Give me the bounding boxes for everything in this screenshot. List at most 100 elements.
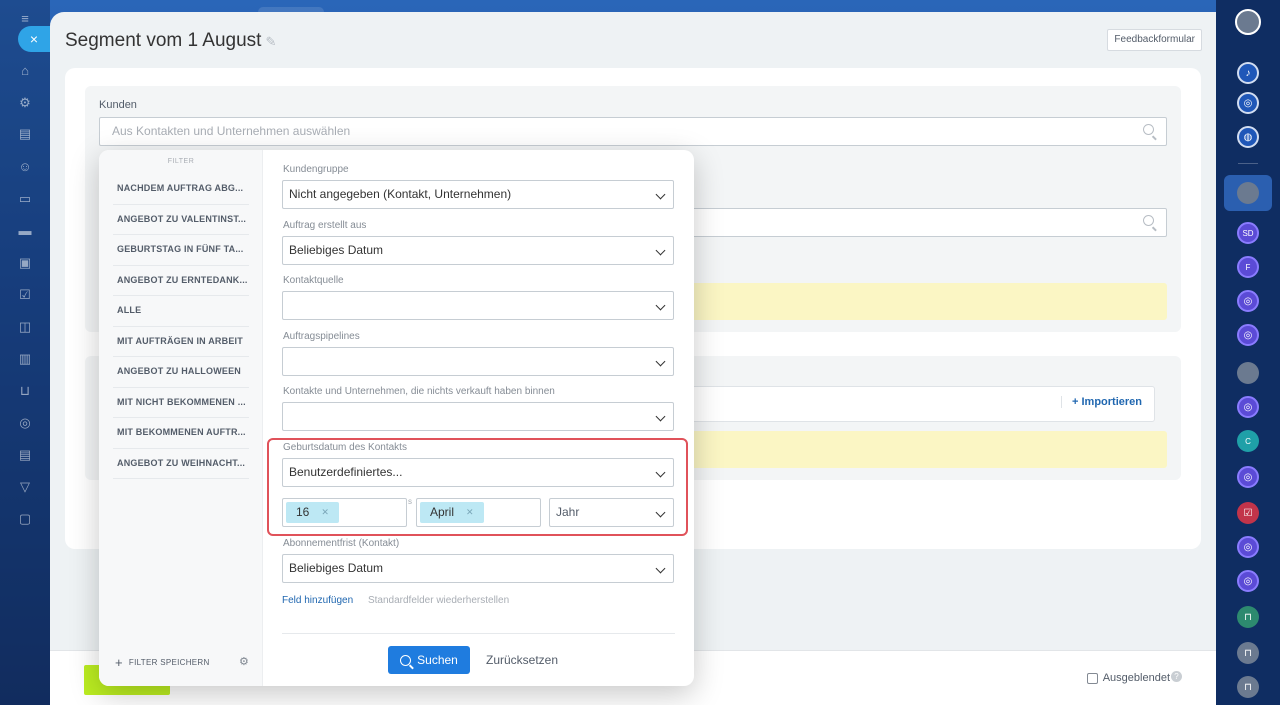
chevron-down-icon <box>655 300 666 311</box>
cart-icon[interactable]: ⊔ <box>15 382 35 400</box>
right-sidebar: ♪ ◎ ◍ SD F ◎ ◎ ◎ C ◎ ☑ ◎ ◎ ⊓ ⊓ ⊓ <box>1216 0 1280 705</box>
group-select[interactable]: Nicht angegeben (Kontakt, Unternehmen) <box>282 180 674 209</box>
birthday-label: Geburtsdatum des Kontakts <box>283 442 407 453</box>
user-avatar[interactable] <box>1235 9 1261 35</box>
target-icon[interactable]: ◎ <box>1237 92 1259 114</box>
month-tag: April ✕ <box>420 502 484 523</box>
restore-fields-link[interactable]: Standardfelder wiederherstellen <box>368 595 509 606</box>
close-slider-button[interactable]: × <box>18 26 50 52</box>
bell-icon[interactable]: ♪ <box>1237 62 1259 84</box>
screen-icon[interactable]: ▣ <box>15 254 35 272</box>
document-icon[interactable]: ▤ <box>15 125 35 143</box>
save-filter-button[interactable]: + FILTER SPEICHERN <box>115 655 210 670</box>
filter-item[interactable]: MIT NICHT BEKOMMENEN ... <box>113 388 249 418</box>
group-label: Kundengruppe <box>283 164 349 175</box>
chevron-down-icon <box>655 245 666 256</box>
filter-item[interactable]: GEBURTSTAG IN FÜNF TA... <box>113 235 249 266</box>
month-input[interactable]: April ✕ <box>416 498 541 527</box>
secondary-search-input[interactable] <box>685 208 1167 237</box>
save-filter-label: FILTER SPEICHERN <box>128 658 210 667</box>
page-icon[interactable]: ▭ <box>15 190 35 208</box>
chat-avatar-sd[interactable]: SD <box>1237 222 1259 244</box>
divider <box>282 633 675 634</box>
filter-item[interactable]: ANGEBOT ZU WEIHNACHT... <box>113 449 249 479</box>
lock-icon[interactable]: ⊓ <box>1237 642 1259 664</box>
filter-item[interactable]: ANGEBOT ZU VALENTINST... <box>113 205 249 235</box>
order-select[interactable]: Beliebiges Datum <box>282 236 674 265</box>
day-tag-label: 16 <box>296 505 310 519</box>
reset-button[interactable]: Zurücksetzen <box>486 653 558 667</box>
gear-icon[interactable]: ⚙ <box>15 94 35 112</box>
add-field-link[interactable]: Feld hinzufügen <box>282 595 353 606</box>
customers-search-input[interactable]: Aus Kontakten und Unternehmen auswählen <box>99 117 1167 146</box>
box-icon[interactable]: ▢ <box>15 510 35 528</box>
divider <box>1238 163 1258 164</box>
lock-icon[interactable]: ⊓ <box>1237 676 1259 698</box>
search-chat-icon[interactable]: ◍ <box>1237 126 1259 148</box>
day-input[interactable]: 16 ✕ <box>282 498 407 527</box>
source-label: Kontaktquelle <box>283 275 344 286</box>
inbox-icon[interactable]: ▤ <box>15 446 35 464</box>
filter-item[interactable]: MIT BEKOMMENEN AUFTR... <box>113 418 249 449</box>
chat-target-icon[interactable]: ◎ <box>1237 570 1259 592</box>
left-sidebar: ≡ ⌂ ⚙ ▤ ☺ ▭ ▬ ▣ ☑ ◫ ▥ ⊔ ◎ ▤ ▽ ▢ <box>0 0 50 705</box>
filter-item[interactable]: ANGEBOT ZU HALLOWEEN <box>113 357 249 388</box>
chart-icon[interactable]: ▥ <box>15 350 35 368</box>
field-links: Feld hinzufügen Standardfelder wiederher… <box>282 595 509 606</box>
chat-icon[interactable]: ◫ <box>15 318 35 336</box>
birthday-value: Benutzerdefiniertes... <box>289 465 403 479</box>
remove-month-icon[interactable]: ✕ <box>466 502 474 523</box>
group-value: Nicht angegeben (Kontakt, Unternehmen) <box>289 187 512 201</box>
search-icon <box>1143 124 1154 135</box>
gear-icon[interactable]: ⚙ <box>239 655 249 668</box>
subscription-value: Beliebiges Datum <box>289 561 384 575</box>
day-tag: 16 ✕ <box>286 502 339 523</box>
feedback-button[interactable]: Feedbackformular <box>1107 29 1202 51</box>
search-button[interactable]: Suchen <box>388 646 470 674</box>
filter-item[interactable]: ALLE <box>113 296 249 327</box>
contacts-icon[interactable]: ☺ <box>15 158 35 176</box>
subscription-label: Abonnementfrist (Kontakt) <box>283 538 400 549</box>
lock-icon[interactable]: ⊓ <box>1237 606 1259 628</box>
filter-popup: FILTER NACHDEM AUFTRAG ABG... ANGEBOT ZU… <box>99 150 694 686</box>
check-icon[interactable]: ☑ <box>15 286 35 304</box>
year-select[interactable]: Jahr <box>549 498 674 527</box>
filter-item[interactable]: NACHDEM AUFTRAG ABG... <box>113 174 249 205</box>
pencil-icon[interactable]: ✎ <box>265 34 276 49</box>
chat-target-icon[interactable]: ◎ <box>1237 324 1259 346</box>
chevron-down-icon <box>655 467 666 478</box>
subscription-select[interactable]: Beliebiges Datum <box>282 554 674 583</box>
birthday-select[interactable]: Benutzerdefiniertes... <box>282 458 674 487</box>
chat-target-icon[interactable]: ◎ <box>1237 466 1259 488</box>
chevron-down-icon <box>655 563 666 574</box>
page-title: Segment vom 1 August ✎ <box>65 30 276 52</box>
checkbox[interactable] <box>1086 672 1098 684</box>
search-button-label: Suchen <box>417 653 458 667</box>
import-button[interactable]: + Importieren <box>1061 396 1142 408</box>
filter-item[interactable]: ANGEBOT ZU ERNTEDANK... <box>113 266 249 296</box>
chat-avatar[interactable] <box>1237 362 1259 384</box>
chat-target-icon[interactable]: ◎ <box>1237 396 1259 418</box>
chat-target-icon[interactable]: ◎ <box>1237 290 1259 312</box>
help-icon[interactable]: ? <box>1171 671 1182 682</box>
filter-heading: FILTER <box>167 158 195 165</box>
pipelines-select[interactable] <box>282 347 674 376</box>
chat-avatar-c[interactable]: C <box>1237 430 1259 452</box>
range-separator: s <box>408 497 412 506</box>
target-icon[interactable]: ◎ <box>15 414 35 432</box>
chat-avatar[interactable] <box>1237 182 1259 204</box>
order-label: Auftrag erstellt aus <box>283 220 367 231</box>
home-icon[interactable]: ⌂ <box>15 62 35 80</box>
filter-item[interactable]: MIT AUFTRÄGEN IN ARBEIT <box>113 327 249 357</box>
nosale-select[interactable] <box>282 402 674 431</box>
hidden-checkbox[interactable]: Ausgeblendet <box>1086 672 1170 684</box>
cards-icon[interactable]: ▬ <box>15 222 35 240</box>
source-select[interactable] <box>282 291 674 320</box>
chat-avatar-f[interactable]: F <box>1237 256 1259 278</box>
customers-placeholder: Aus Kontakten und Unternehmen auswählen <box>112 124 351 138</box>
plus-icon: + <box>115 655 123 670</box>
task-icon[interactable]: ☑ <box>1237 502 1259 524</box>
remove-day-icon[interactable]: ✕ <box>321 502 329 523</box>
chat-target-icon[interactable]: ◎ <box>1237 536 1259 558</box>
filter-icon[interactable]: ▽ <box>15 478 35 496</box>
